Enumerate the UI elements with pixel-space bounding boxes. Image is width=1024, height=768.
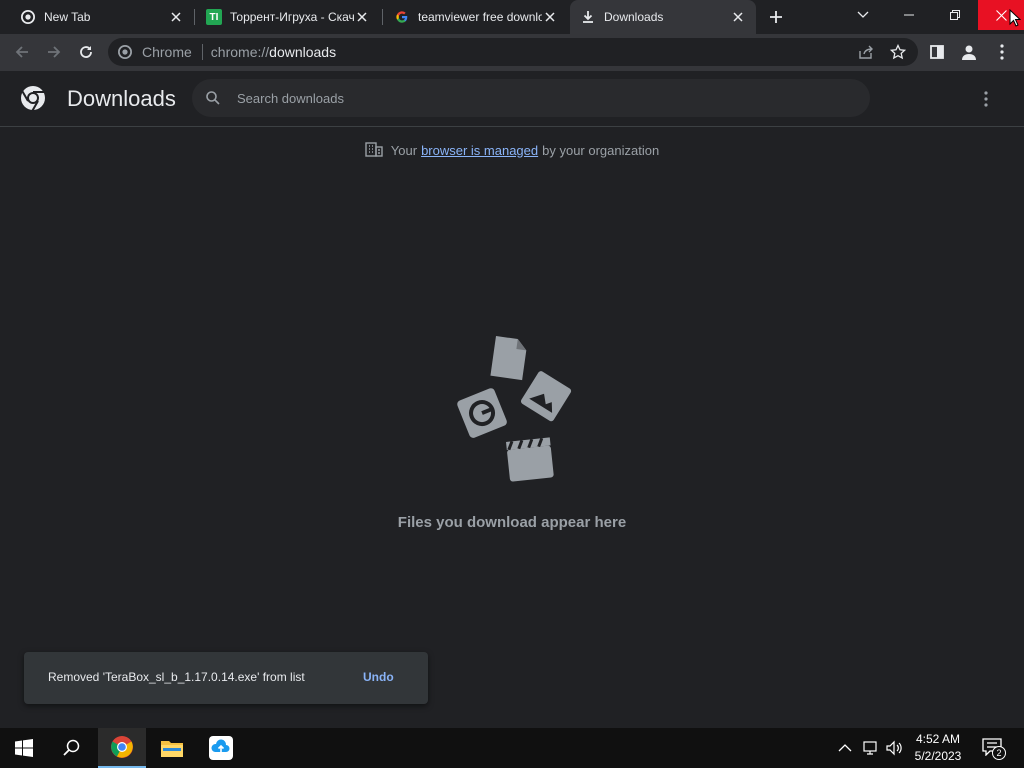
- more-actions-button[interactable]: [984, 91, 988, 112]
- mouse-cursor-icon: [1009, 8, 1022, 32]
- tab-title: teamviewer free download: [418, 10, 542, 24]
- show-hidden-icons[interactable]: [838, 740, 852, 758]
- google-icon: [394, 9, 410, 25]
- building-icon: [365, 141, 383, 160]
- omnibox[interactable]: Chrome chrome://downloads: [108, 38, 918, 66]
- tab-new-tab[interactable]: New Tab: [12, 0, 192, 34]
- tab-search-button[interactable]: [840, 0, 886, 30]
- close-icon[interactable]: [354, 9, 370, 25]
- omnibox-divider: [201, 44, 203, 60]
- empty-state-message: Files you download appear here: [397, 514, 627, 531]
- network-icon[interactable]: [862, 740, 880, 761]
- start-button[interactable]: [0, 728, 48, 768]
- url-scheme: chrome://: [210, 44, 270, 60]
- chrome-menu-button[interactable]: [990, 40, 1014, 64]
- bookmark-star-icon[interactable]: [889, 43, 907, 65]
- restore-button[interactable]: [932, 0, 978, 30]
- managed-suffix: by your organization: [542, 142, 660, 158]
- url-host: downloads: [269, 44, 337, 60]
- reload-button[interactable]: [74, 40, 98, 64]
- managed-notice: Your browser is managed by your organiza…: [0, 140, 1024, 160]
- empty-state-illustration: [448, 332, 578, 487]
- taskbar-terabox[interactable]: [197, 728, 245, 768]
- tab-title: Торрент-Игруха - Скачать: [230, 10, 354, 24]
- search-input[interactable]: Search downloads: [237, 91, 344, 106]
- tab-strip: New Tab TI Торрент-Игруха - Скачать team…: [0, 0, 1024, 34]
- chrome-logo-icon: [20, 85, 46, 116]
- page-title: Downloads: [67, 86, 176, 111]
- close-icon[interactable]: [730, 9, 746, 25]
- chrome-file-icon: [457, 388, 507, 438]
- new-tab-button[interactable]: [766, 7, 786, 27]
- tab-divider: [194, 9, 195, 25]
- close-icon[interactable]: [168, 9, 184, 25]
- side-panel-button[interactable]: [925, 40, 949, 64]
- image-icon: [520, 371, 572, 422]
- browser-managed-link[interactable]: browser is managed: [421, 143, 538, 158]
- omnibox-chip: Chrome: [142, 44, 192, 60]
- tab-teamviewer-search[interactable]: teamviewer free download: [386, 0, 566, 34]
- search-icon[interactable]: [48, 728, 96, 768]
- chrome-icon: [118, 45, 132, 64]
- tab-title: New Tab: [44, 10, 91, 24]
- share-icon[interactable]: [858, 44, 874, 65]
- chrome-icon: [111, 736, 133, 758]
- notification-badge: 2: [992, 746, 1006, 760]
- document-icon: [490, 336, 527, 381]
- profile-button[interactable]: [957, 40, 981, 64]
- search-downloads-field[interactable]: Search downloads: [192, 79, 870, 117]
- system-clock[interactable]: 4:52 AM 5/2/2023: [910, 731, 966, 765]
- torrent-igruha-icon: TI: [206, 9, 222, 25]
- minimize-button[interactable]: [886, 0, 932, 30]
- video-clapper-icon: [506, 437, 554, 482]
- taskbar-file-explorer[interactable]: [148, 728, 196, 768]
- browser-toolbar: Chrome chrome://downloads: [0, 34, 1024, 71]
- taskbar-chrome[interactable]: [98, 728, 146, 768]
- chrome-icon: [20, 9, 36, 25]
- managed-prefix: Your: [390, 142, 418, 158]
- clock-date: 5/2/2023: [914, 749, 962, 763]
- tab-downloads[interactable]: Downloads: [570, 0, 756, 34]
- action-center-button[interactable]: 2: [982, 738, 1006, 760]
- downloads-header: Downloads Search downloads: [0, 71, 1024, 127]
- tab-title: Downloads: [604, 10, 664, 24]
- tab-torrent-igruha[interactable]: TI Торрент-Игруха - Скачать: [198, 0, 378, 34]
- tab-divider: [382, 9, 383, 25]
- terabox-icon: [209, 736, 233, 760]
- undo-button[interactable]: Undo: [363, 670, 394, 684]
- folder-icon: [161, 741, 183, 757]
- back-button[interactable]: [10, 40, 34, 64]
- close-icon[interactable]: [542, 9, 558, 25]
- toast-message: Removed 'TeraBox_sl_b_1.17.0.14.exe' fro…: [48, 670, 305, 684]
- removed-toast: Removed 'TeraBox_sl_b_1.17.0.14.exe' fro…: [24, 652, 428, 704]
- windows-taskbar: 4:52 AM 5/2/2023 2: [0, 728, 1024, 768]
- search-icon: [206, 91, 220, 110]
- forward-button[interactable]: [42, 40, 66, 64]
- omnibox-url[interactable]: chrome://downloads: [211, 44, 336, 60]
- clock-time: 4:52 AM: [915, 732, 961, 746]
- download-icon: [580, 9, 596, 25]
- volume-icon[interactable]: [886, 740, 904, 761]
